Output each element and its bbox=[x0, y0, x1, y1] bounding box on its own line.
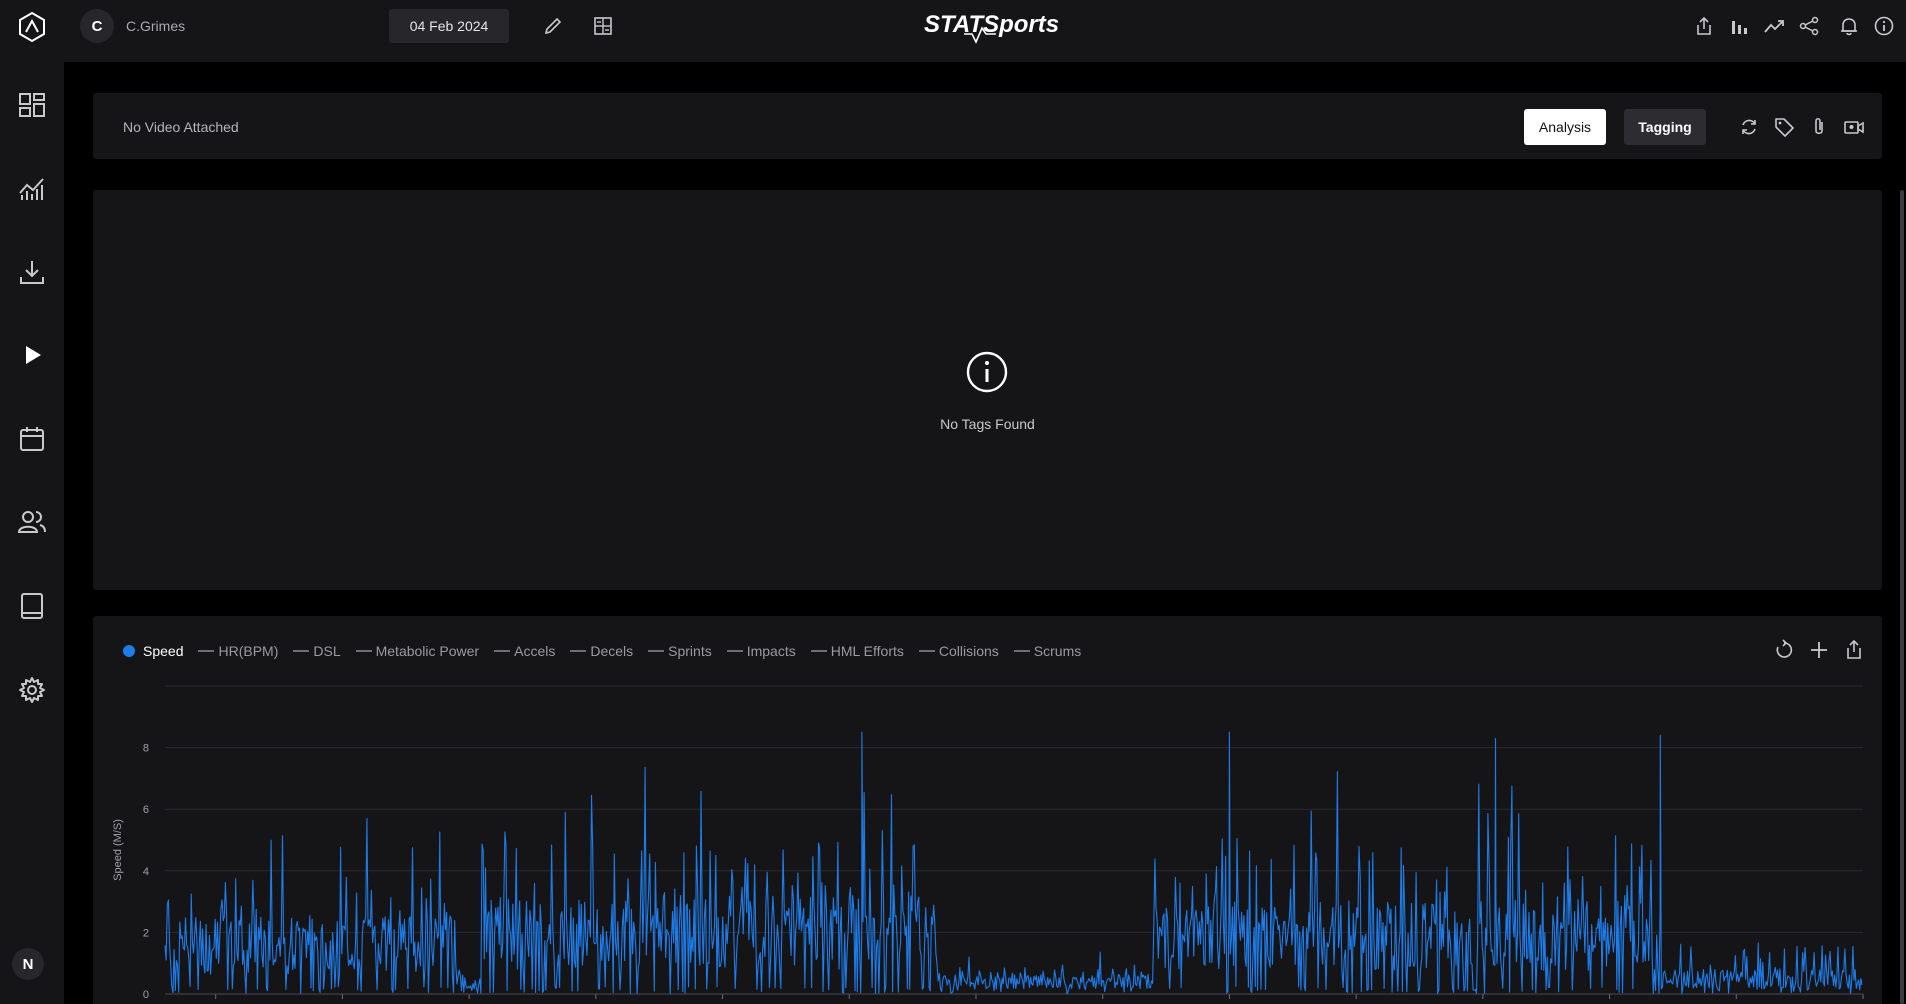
legend-line bbox=[726, 650, 743, 652]
y-tick-label: 2 bbox=[143, 927, 149, 939]
refresh-icon[interactable] bbox=[1736, 114, 1762, 140]
legend-label: HML Efforts bbox=[830, 643, 904, 659]
legend-line bbox=[198, 650, 215, 652]
legend-item-collisions[interactable]: Collisions bbox=[918, 643, 999, 659]
y-axis-label: Speed (M/S) bbox=[112, 819, 124, 881]
info-circle-icon bbox=[966, 351, 1008, 393]
attachment-icon[interactable] bbox=[1806, 114, 1832, 140]
calculator-icon[interactable] bbox=[589, 12, 617, 40]
legend-item-scrums[interactable]: Scrums bbox=[1013, 643, 1082, 659]
info-icon[interactable] bbox=[1870, 12, 1898, 40]
legend-item-impacts[interactable]: Impacts bbox=[726, 643, 796, 659]
legend-label: Accels bbox=[514, 643, 556, 659]
chart-panel: Speed HR(BPM) DSL Metabolic Power Accels… bbox=[93, 616, 1882, 1004]
team-icon[interactable] bbox=[0, 494, 64, 550]
play-icon[interactable] bbox=[0, 327, 64, 383]
y-tick-label: 0 bbox=[143, 989, 149, 1001]
chart-export-icon[interactable] bbox=[1840, 636, 1868, 664]
video-camera-icon[interactable] bbox=[1841, 114, 1867, 140]
y-tick-label: 6 bbox=[143, 804, 149, 816]
video-status-label: No Video Attached bbox=[123, 119, 239, 135]
legend-line bbox=[570, 650, 587, 652]
legend-item-accels[interactable]: Accels bbox=[494, 643, 555, 659]
legend-line bbox=[293, 650, 310, 652]
legend-item-decels[interactable]: Decels bbox=[570, 643, 633, 659]
sidebar: N bbox=[0, 0, 64, 1004]
share-icon[interactable] bbox=[1795, 12, 1823, 40]
page-scrollbar[interactable] bbox=[1900, 190, 1904, 1004]
session-date-button[interactable]: 04 Feb 2024 bbox=[389, 9, 509, 43]
legend-line bbox=[355, 650, 372, 652]
legend-label: Metabolic Power bbox=[375, 643, 480, 659]
y-tick-label: 4 bbox=[143, 866, 149, 878]
y-tick-label: 8 bbox=[143, 743, 149, 755]
legend-label: Speed bbox=[143, 643, 184, 659]
settings-icon[interactable] bbox=[0, 662, 64, 718]
speed-series-line bbox=[164, 731, 1863, 995]
legend-item-dsl[interactable]: DSL bbox=[293, 643, 341, 659]
export-icon[interactable] bbox=[1690, 12, 1718, 40]
top-header: C C.Grimes 04 Feb 2024 STATSports bbox=[64, 0, 1906, 62]
tags-panel: No Tags Found bbox=[93, 190, 1882, 590]
add-icon[interactable] bbox=[1805, 636, 1833, 664]
analytics-icon[interactable] bbox=[0, 160, 64, 216]
current-user-avatar[interactable]: N bbox=[12, 948, 44, 980]
bar-chart-icon[interactable] bbox=[1725, 12, 1753, 40]
legend-label: Collisions bbox=[938, 643, 999, 659]
legend-line bbox=[1013, 650, 1030, 652]
legend-label: HR(BPM) bbox=[218, 643, 279, 659]
legend-item-sprints[interactable]: Sprints bbox=[648, 643, 712, 659]
chart-legend: Speed HR(BPM) DSL Metabolic Power Accels… bbox=[123, 641, 1096, 661]
legend-label: Impacts bbox=[746, 643, 796, 659]
legend-label: DSL bbox=[313, 643, 341, 659]
legend-item-hr[interactable]: HR(BPM) bbox=[198, 643, 278, 659]
tag-icon[interactable] bbox=[1771, 114, 1797, 140]
legend-line bbox=[648, 650, 665, 652]
speed-chart[interactable]: 02468Speed (M/S)12:40:0012:50:0013:00:00… bbox=[93, 676, 1882, 1004]
legend-item-metabolic-power[interactable]: Metabolic Power bbox=[355, 643, 480, 659]
legend-label: Sprints bbox=[668, 643, 712, 659]
tablet-icon[interactable] bbox=[0, 578, 64, 634]
legend-item-speed[interactable]: Speed bbox=[123, 643, 183, 659]
legend-label: Decels bbox=[590, 643, 634, 659]
statsports-logo: STATSports bbox=[924, 11, 1059, 44]
legend-dot bbox=[123, 645, 135, 657]
download-icon[interactable] bbox=[0, 244, 64, 300]
legend-line bbox=[918, 650, 935, 652]
analysis-button[interactable]: Analysis bbox=[1524, 109, 1606, 145]
calendar-icon[interactable] bbox=[0, 411, 64, 467]
trend-icon[interactable] bbox=[1760, 12, 1788, 40]
legend-line bbox=[494, 650, 511, 652]
legend-line bbox=[810, 650, 827, 652]
reset-zoom-icon[interactable] bbox=[1770, 636, 1798, 664]
legend-item-hml-efforts[interactable]: HML Efforts bbox=[810, 643, 904, 659]
video-bar: No Video Attached Analysis Tagging bbox=[93, 93, 1882, 159]
athlete-avatar[interactable]: C bbox=[80, 9, 114, 43]
tagging-button[interactable]: Tagging bbox=[1624, 109, 1706, 145]
athlete-name[interactable]: C.Grimes bbox=[126, 18, 185, 34]
bell-icon[interactable] bbox=[1835, 12, 1863, 40]
no-tags-message: No Tags Found bbox=[940, 416, 1035, 432]
app-logo-icon[interactable] bbox=[0, 0, 64, 54]
edit-pencil-icon[interactable] bbox=[539, 12, 567, 40]
dashboard-icon[interactable] bbox=[0, 77, 64, 133]
legend-label: Scrums bbox=[1033, 643, 1082, 659]
